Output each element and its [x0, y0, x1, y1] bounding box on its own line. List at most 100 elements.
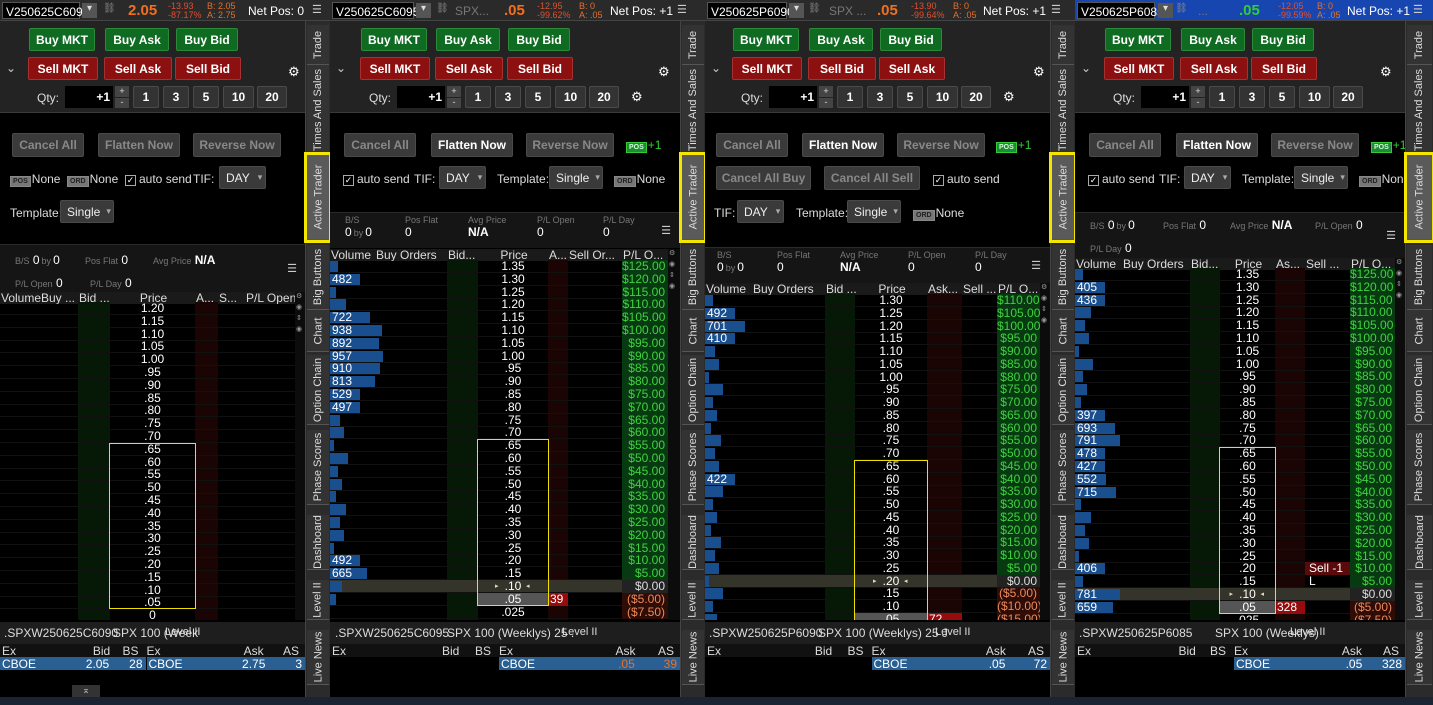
sell-mkt-button[interactable]: Sell MKT: [1104, 57, 1174, 80]
ask-size-cell[interactable]: 39: [548, 592, 568, 606]
buy-mkt-button[interactable]: Buy MKT: [733, 28, 799, 51]
expand-panel-icon[interactable]: ⌅: [72, 685, 100, 697]
template-dropdown[interactable]: Single ▾: [60, 200, 114, 223]
side-tab-dashboard[interactable]: Dashboard: [1052, 515, 1074, 570]
columns-menu-icon[interactable]: ☰: [1386, 229, 1396, 242]
buy-bid-button[interactable]: Buy Bid: [508, 28, 570, 51]
side-tab-level-ii[interactable]: Level II: [307, 580, 329, 620]
qty-preset-button[interactable]: 5: [897, 86, 923, 108]
ladder-scroll-controls[interactable]: ⚙ ◉ ⇕ ◉: [668, 249, 680, 620]
sell-mkt-button[interactable]: Sell MKT: [360, 57, 430, 80]
sell-bid-button[interactable]: Sell Bid: [1251, 57, 1317, 80]
ask-size-cell[interactable]: 328: [1275, 600, 1305, 614]
level-ii-column-header[interactable]: Ex: [499, 644, 513, 658]
ask-quote-row[interactable]: CBOE .05 328: [1234, 657, 1405, 671]
zoom-out-icon[interactable]: ◉: [1396, 291, 1402, 299]
ladder-scroll-controls[interactable]: ⚙ ◉ ⇕ ◉: [1040, 283, 1050, 620]
flatten-now-button[interactable]: Flatten Now: [1176, 133, 1258, 157]
link-icon[interactable]: ⛓: [436, 3, 449, 14]
collapse-chevron-icon[interactable]: ⌄: [6, 61, 16, 75]
qty-settings-gear-icon[interactable]: ⚙: [1003, 89, 1015, 105]
sell-ask-button[interactable]: Sell Ask: [435, 57, 503, 80]
qty-preset-button[interactable]: 10: [223, 86, 254, 108]
gear-icon[interactable]: ⚙: [1033, 64, 1045, 80]
auto-send-checkbox[interactable]: ✓ auto send: [343, 172, 410, 186]
template-dropdown[interactable]: Single ▾: [549, 166, 603, 189]
buy-ask-button[interactable]: Buy Ask: [436, 28, 500, 51]
columns-menu-icon[interactable]: ☰: [287, 262, 297, 275]
price-cell[interactable]: .80: [478, 400, 548, 414]
ask-quote-row[interactable]: CBOE .05 39: [499, 657, 680, 671]
price-cell[interactable]: 1.05: [478, 336, 548, 350]
menu-icon[interactable]: ☰: [677, 3, 687, 16]
collapse-chevron-icon[interactable]: ⌄: [1081, 61, 1091, 75]
zoom-in-icon[interactable]: ◉: [1041, 294, 1047, 302]
qty-preset-button[interactable]: 5: [1269, 86, 1295, 108]
side-tab-big-buttons[interactable]: Big Buttons: [682, 245, 704, 310]
sell-bid-button[interactable]: Sell Bid: [507, 57, 573, 80]
template-dropdown[interactable]: Single ▾: [1294, 166, 1348, 189]
level-ii-column-header[interactable]: AS: [1383, 644, 1399, 658]
level-ii-tab[interactable]: .SPXW250625C6095: [335, 626, 449, 640]
symbol-dropdown-icon[interactable]: ▾: [82, 3, 97, 18]
menu-icon[interactable]: ☰: [312, 3, 322, 16]
auto-send-checkbox[interactable]: ✓ auto send: [1088, 172, 1155, 186]
link-icon[interactable]: ⛓: [103, 3, 116, 14]
qty-decrement-button[interactable]: -: [115, 98, 129, 108]
side-tab-trade[interactable]: Trade: [307, 25, 329, 65]
flatten-now-button[interactable]: Flatten Now: [98, 133, 180, 157]
side-tab-option-chain[interactable]: Option Chain: [1052, 355, 1074, 425]
ask-quote-row[interactable]: CBOE 2.75 3: [146, 657, 305, 671]
side-tab-big-buttons[interactable]: Big Buttons: [1407, 245, 1432, 310]
side-tab-level-ii[interactable]: Level II: [682, 580, 704, 620]
working-order-cell[interactable]: Sell -1 L: [1305, 562, 1350, 588]
side-tab-level-ii[interactable]: Level II: [1052, 580, 1074, 620]
buy-mkt-button[interactable]: Buy MKT: [1105, 28, 1171, 51]
price-cell[interactable]: .85: [855, 408, 927, 422]
buy-ask-button[interactable]: Buy Ask: [1181, 28, 1245, 51]
sell-ask-button[interactable]: Sell Ask: [879, 57, 945, 80]
reverse-now-button[interactable]: Reverse Now: [897, 133, 985, 157]
symbol-input[interactable]: V250625P6085: [1077, 2, 1164, 19]
sell-mkt-button[interactable]: Sell MKT: [732, 57, 802, 80]
qty-preset-button[interactable]: 20: [257, 86, 287, 108]
level-ii-column-header[interactable]: Ex: [1234, 644, 1248, 658]
price-cell[interactable]: 1.05: [1220, 344, 1275, 358]
side-tab-live-news[interactable]: Live News: [682, 630, 704, 685]
side-tab-active-trader[interactable]: Active Trader: [1404, 152, 1433, 243]
side-tab-live-news[interactable]: Live News: [1407, 630, 1432, 685]
qty-increment-button[interactable]: +: [447, 86, 461, 97]
qty-input[interactable]: +1: [769, 86, 817, 108]
level-ii-column-header[interactable]: Ask: [616, 644, 636, 658]
side-tab-phase-scores[interactable]: Phase Scores: [1407, 430, 1432, 505]
qty-preset-button[interactable]: 5: [525, 86, 551, 108]
level-ii-column-header[interactable]: AS: [283, 644, 299, 658]
tif-dropdown[interactable]: DAY ▾: [737, 200, 784, 223]
ask-quote-row[interactable]: CBOE .05 72: [871, 657, 1050, 671]
ladder-scroll-controls[interactable]: ⚙ ◉ ⇕ ◉: [295, 292, 305, 620]
price-cell[interactable]: 1.15: [110, 314, 195, 328]
level-ii-column-header[interactable]: Ex: [332, 644, 346, 658]
side-tab-chart[interactable]: Chart: [307, 310, 329, 352]
qty-preset-button[interactable]: 10: [1299, 86, 1330, 108]
qty-settings-gear-icon[interactable]: ⚙: [631, 89, 643, 105]
side-tab-trade[interactable]: Trade: [1407, 25, 1432, 65]
price-cell[interactable]: .80: [1220, 408, 1275, 422]
collapse-chevron-icon[interactable]: ⌄: [336, 61, 346, 75]
level-ii-column-header[interactable]: Bid: [815, 644, 832, 658]
zoom-out-icon[interactable]: ◉: [296, 325, 302, 333]
price-cell[interactable]: .90: [110, 378, 195, 392]
buy-ask-button[interactable]: Buy Ask: [809, 28, 873, 51]
level-ii-tab[interactable]: Level II: [165, 626, 200, 638]
cancel-all-button[interactable]: Cancel All: [344, 133, 416, 157]
qty-preset-button[interactable]: 1: [1209, 86, 1235, 108]
center-icon[interactable]: ⇕: [1041, 305, 1047, 313]
reverse-now-button[interactable]: Reverse Now: [526, 133, 614, 157]
gear-icon[interactable]: ⚙: [658, 64, 670, 80]
level-ii-column-header[interactable]: BS: [1210, 644, 1226, 658]
menu-icon[interactable]: ☰: [1051, 3, 1061, 16]
qty-preset-button[interactable]: 5: [193, 86, 219, 108]
sell-bid-button[interactable]: Sell Bid: [175, 57, 241, 80]
qty-input[interactable]: +1: [397, 86, 445, 108]
qty-preset-button[interactable]: 1: [133, 86, 159, 108]
